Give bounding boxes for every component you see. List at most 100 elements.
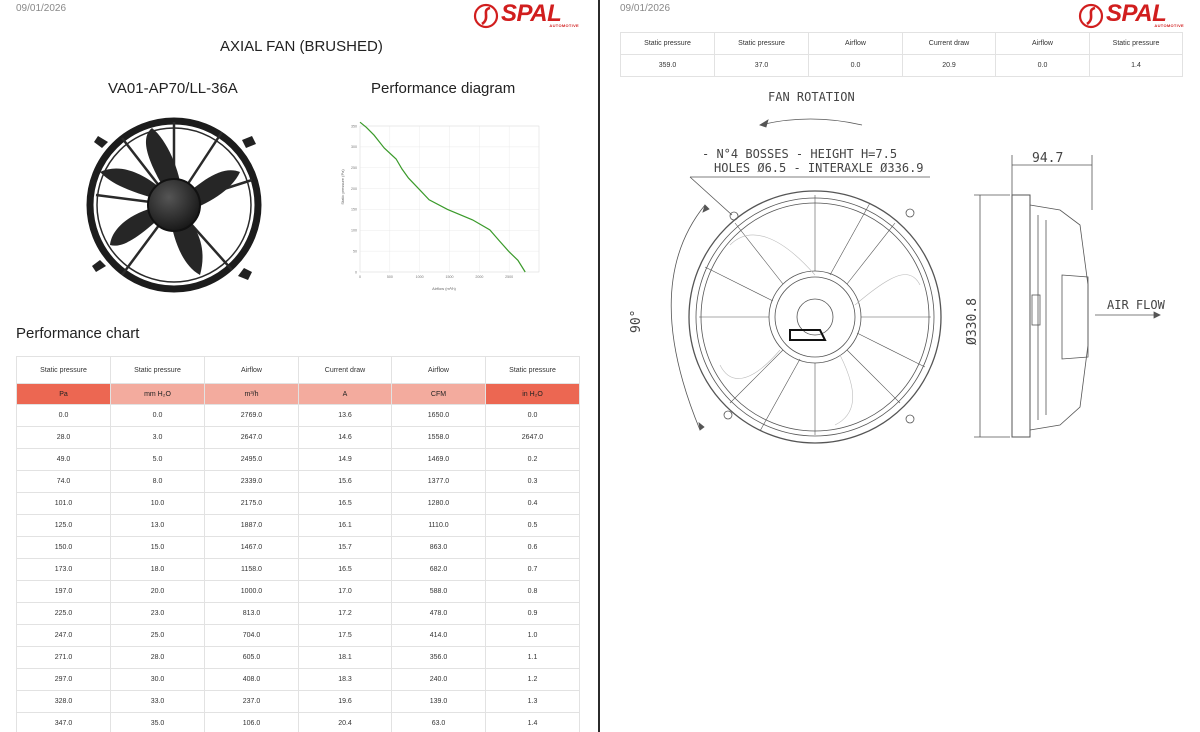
table-cell: 605.0 bbox=[204, 646, 299, 669]
spal-logo-sub: AUTOMOTIVE bbox=[549, 23, 579, 28]
column-header: Static pressure bbox=[485, 356, 580, 384]
max-values-table: Static pressure Static pressure Airflow … bbox=[620, 32, 1183, 77]
unit-cell: A bbox=[298, 383, 392, 405]
table-cell: 1558.0 bbox=[391, 426, 486, 449]
bosses-note-line-1: - N°4 BOSSES - HEIGHT H=7.5 bbox=[702, 147, 897, 161]
table-cell: 1.1 bbox=[485, 646, 580, 669]
angle-arc bbox=[670, 204, 706, 431]
table-cell: 0.6 bbox=[485, 536, 580, 559]
table-cell: 347.0 bbox=[16, 712, 111, 732]
chart-x-tick-label: 1500 bbox=[446, 275, 454, 279]
chart-y-tick-label: 350 bbox=[351, 124, 357, 128]
chart-y-tick-label: 50 bbox=[353, 249, 357, 253]
table-cell: 18.1 bbox=[298, 646, 392, 669]
table-row: 197.0 20.0 1000.0 17.0 588.0 0.8 bbox=[16, 580, 580, 603]
document-title: AXIAL FAN (BRUSHED) bbox=[220, 38, 383, 55]
chart-x-axis-label: Airflow (m³/h) bbox=[432, 286, 456, 291]
table-cell: 28.0 bbox=[16, 426, 111, 449]
table-cell: 37.0 bbox=[714, 54, 809, 77]
unit-cell: CFM bbox=[391, 383, 486, 405]
table-header-row: Static pressure Static pressure Airflow … bbox=[620, 32, 1183, 55]
table-cell: 0.0 bbox=[110, 404, 205, 427]
table-cell: 49.0 bbox=[16, 448, 111, 471]
table-cell: 1887.0 bbox=[204, 514, 299, 537]
table-cell: 35.0 bbox=[110, 712, 205, 732]
table-cell: 63.0 bbox=[391, 712, 486, 732]
chart-y-tick-label: 150 bbox=[351, 208, 357, 212]
table-cell: 0.2 bbox=[485, 448, 580, 471]
chart-x-tick-label: 1000 bbox=[416, 275, 424, 279]
fan-product-image bbox=[86, 117, 262, 293]
table-cell: 356.0 bbox=[391, 646, 486, 669]
table-cell: 13.6 bbox=[298, 404, 392, 427]
column-header: Airflow bbox=[204, 356, 299, 384]
table-cell: 18.0 bbox=[110, 558, 205, 581]
model-code: VA01-AP70/LL-36A bbox=[108, 80, 238, 97]
chart-x-tick-label: 0 bbox=[359, 275, 361, 279]
angle-label: 90° bbox=[629, 310, 644, 333]
table-cell: 1377.0 bbox=[391, 470, 486, 493]
table-cell: 15.0 bbox=[110, 536, 205, 559]
table-cell: 1650.0 bbox=[391, 404, 486, 427]
table-cell: 33.0 bbox=[110, 690, 205, 713]
table-cell: 1467.0 bbox=[204, 536, 299, 559]
table-cell: 328.0 bbox=[16, 690, 111, 713]
table-cell: 0.7 bbox=[485, 558, 580, 581]
table-row: 225.0 23.0 813.0 17.2 478.0 0.9 bbox=[16, 602, 580, 625]
performance-diagram-title: Performance diagram bbox=[371, 80, 516, 97]
table-cell: 101.0 bbox=[16, 492, 111, 515]
table-row: 49.0 5.0 2495.0 14.9 1469.0 0.2 bbox=[16, 448, 580, 471]
table-cell: 20.9 bbox=[902, 54, 996, 77]
table-cell: 359.0 bbox=[620, 54, 715, 77]
table-cell: 225.0 bbox=[16, 602, 111, 625]
table-cell: 682.0 bbox=[391, 558, 486, 581]
table-header-row: Static pressure Static pressure Airflow … bbox=[16, 356, 580, 384]
table-cell: 13.0 bbox=[110, 514, 205, 537]
table-cell: 1158.0 bbox=[204, 558, 299, 581]
column-header: Static pressure bbox=[714, 32, 809, 55]
table-row: 297.0 30.0 408.0 18.3 240.0 1.2 bbox=[16, 668, 580, 691]
table-cell: 813.0 bbox=[204, 602, 299, 625]
table-cell: 3.0 bbox=[110, 426, 205, 449]
table-cell: 139.0 bbox=[391, 690, 486, 713]
table-cell: 0.8 bbox=[485, 580, 580, 603]
spal-logo-sub: AUTOMOTIVE bbox=[1154, 23, 1184, 28]
unit-cell: mm H₂O bbox=[110, 383, 205, 405]
chart-y-tick-label: 250 bbox=[351, 166, 357, 170]
table-cell: 1.2 bbox=[485, 668, 580, 691]
performance-chart-title: Performance chart bbox=[16, 325, 140, 342]
table-cell: 30.0 bbox=[110, 668, 205, 691]
table-cell: 0.9 bbox=[485, 602, 580, 625]
air-flow-label: AIR FLOW bbox=[1107, 298, 1166, 312]
table-cell: 197.0 bbox=[16, 580, 111, 603]
table-cell: 408.0 bbox=[204, 668, 299, 691]
table-cell: 17.5 bbox=[298, 624, 392, 647]
table-row: 150.0 15.0 1467.0 15.7 863.0 0.6 bbox=[16, 536, 580, 559]
chart-x-tick-label: 500 bbox=[387, 275, 393, 279]
table-cell: 14.9 bbox=[298, 448, 392, 471]
table-row: 28.0 3.0 2647.0 14.6 1558.0 2647.0 bbox=[16, 426, 580, 449]
column-header: Current draw bbox=[902, 32, 996, 55]
table-cell: 1.3 bbox=[485, 690, 580, 713]
table-cell: 14.6 bbox=[298, 426, 392, 449]
spal-logo: SPAL AUTOMOTIVE bbox=[1078, 0, 1188, 30]
unit-cell: in H₂O bbox=[485, 383, 580, 405]
spal-logo: SPAL AUTOMOTIVE bbox=[473, 0, 583, 30]
table-cell: 5.0 bbox=[110, 448, 205, 471]
table-cell: 1.0 bbox=[485, 624, 580, 647]
column-header: Airflow bbox=[808, 32, 903, 55]
table-row: 359.0 37.0 0.0 20.9 0.0 1.4 bbox=[620, 54, 1183, 77]
print-date: 09/01/2026 bbox=[620, 3, 671, 14]
table-row: 74.0 8.0 2339.0 15.6 1377.0 0.3 bbox=[16, 470, 580, 493]
table-row: 0.0 0.0 2769.0 13.6 1650.0 0.0 bbox=[16, 404, 580, 427]
technical-drawing: FAN ROTATION - N°4 BOSSES - HEIGHT H=7.5… bbox=[629, 90, 1166, 444]
column-header: Current draw bbox=[298, 356, 392, 384]
table-cell: 17.0 bbox=[298, 580, 392, 603]
table-cell: 74.0 bbox=[16, 470, 111, 493]
table-cell: 0.4 bbox=[485, 492, 580, 515]
depth-dimension: 94.7 bbox=[1032, 151, 1063, 166]
table-row: 247.0 25.0 704.0 17.5 414.0 1.0 bbox=[16, 624, 580, 647]
table-cell: 25.0 bbox=[110, 624, 205, 647]
left-page: 09/01/2026 SPAL AUTOMOTIVE AXIAL FAN (BR… bbox=[0, 0, 598, 732]
chart-x-tick-label: 2500 bbox=[505, 275, 513, 279]
